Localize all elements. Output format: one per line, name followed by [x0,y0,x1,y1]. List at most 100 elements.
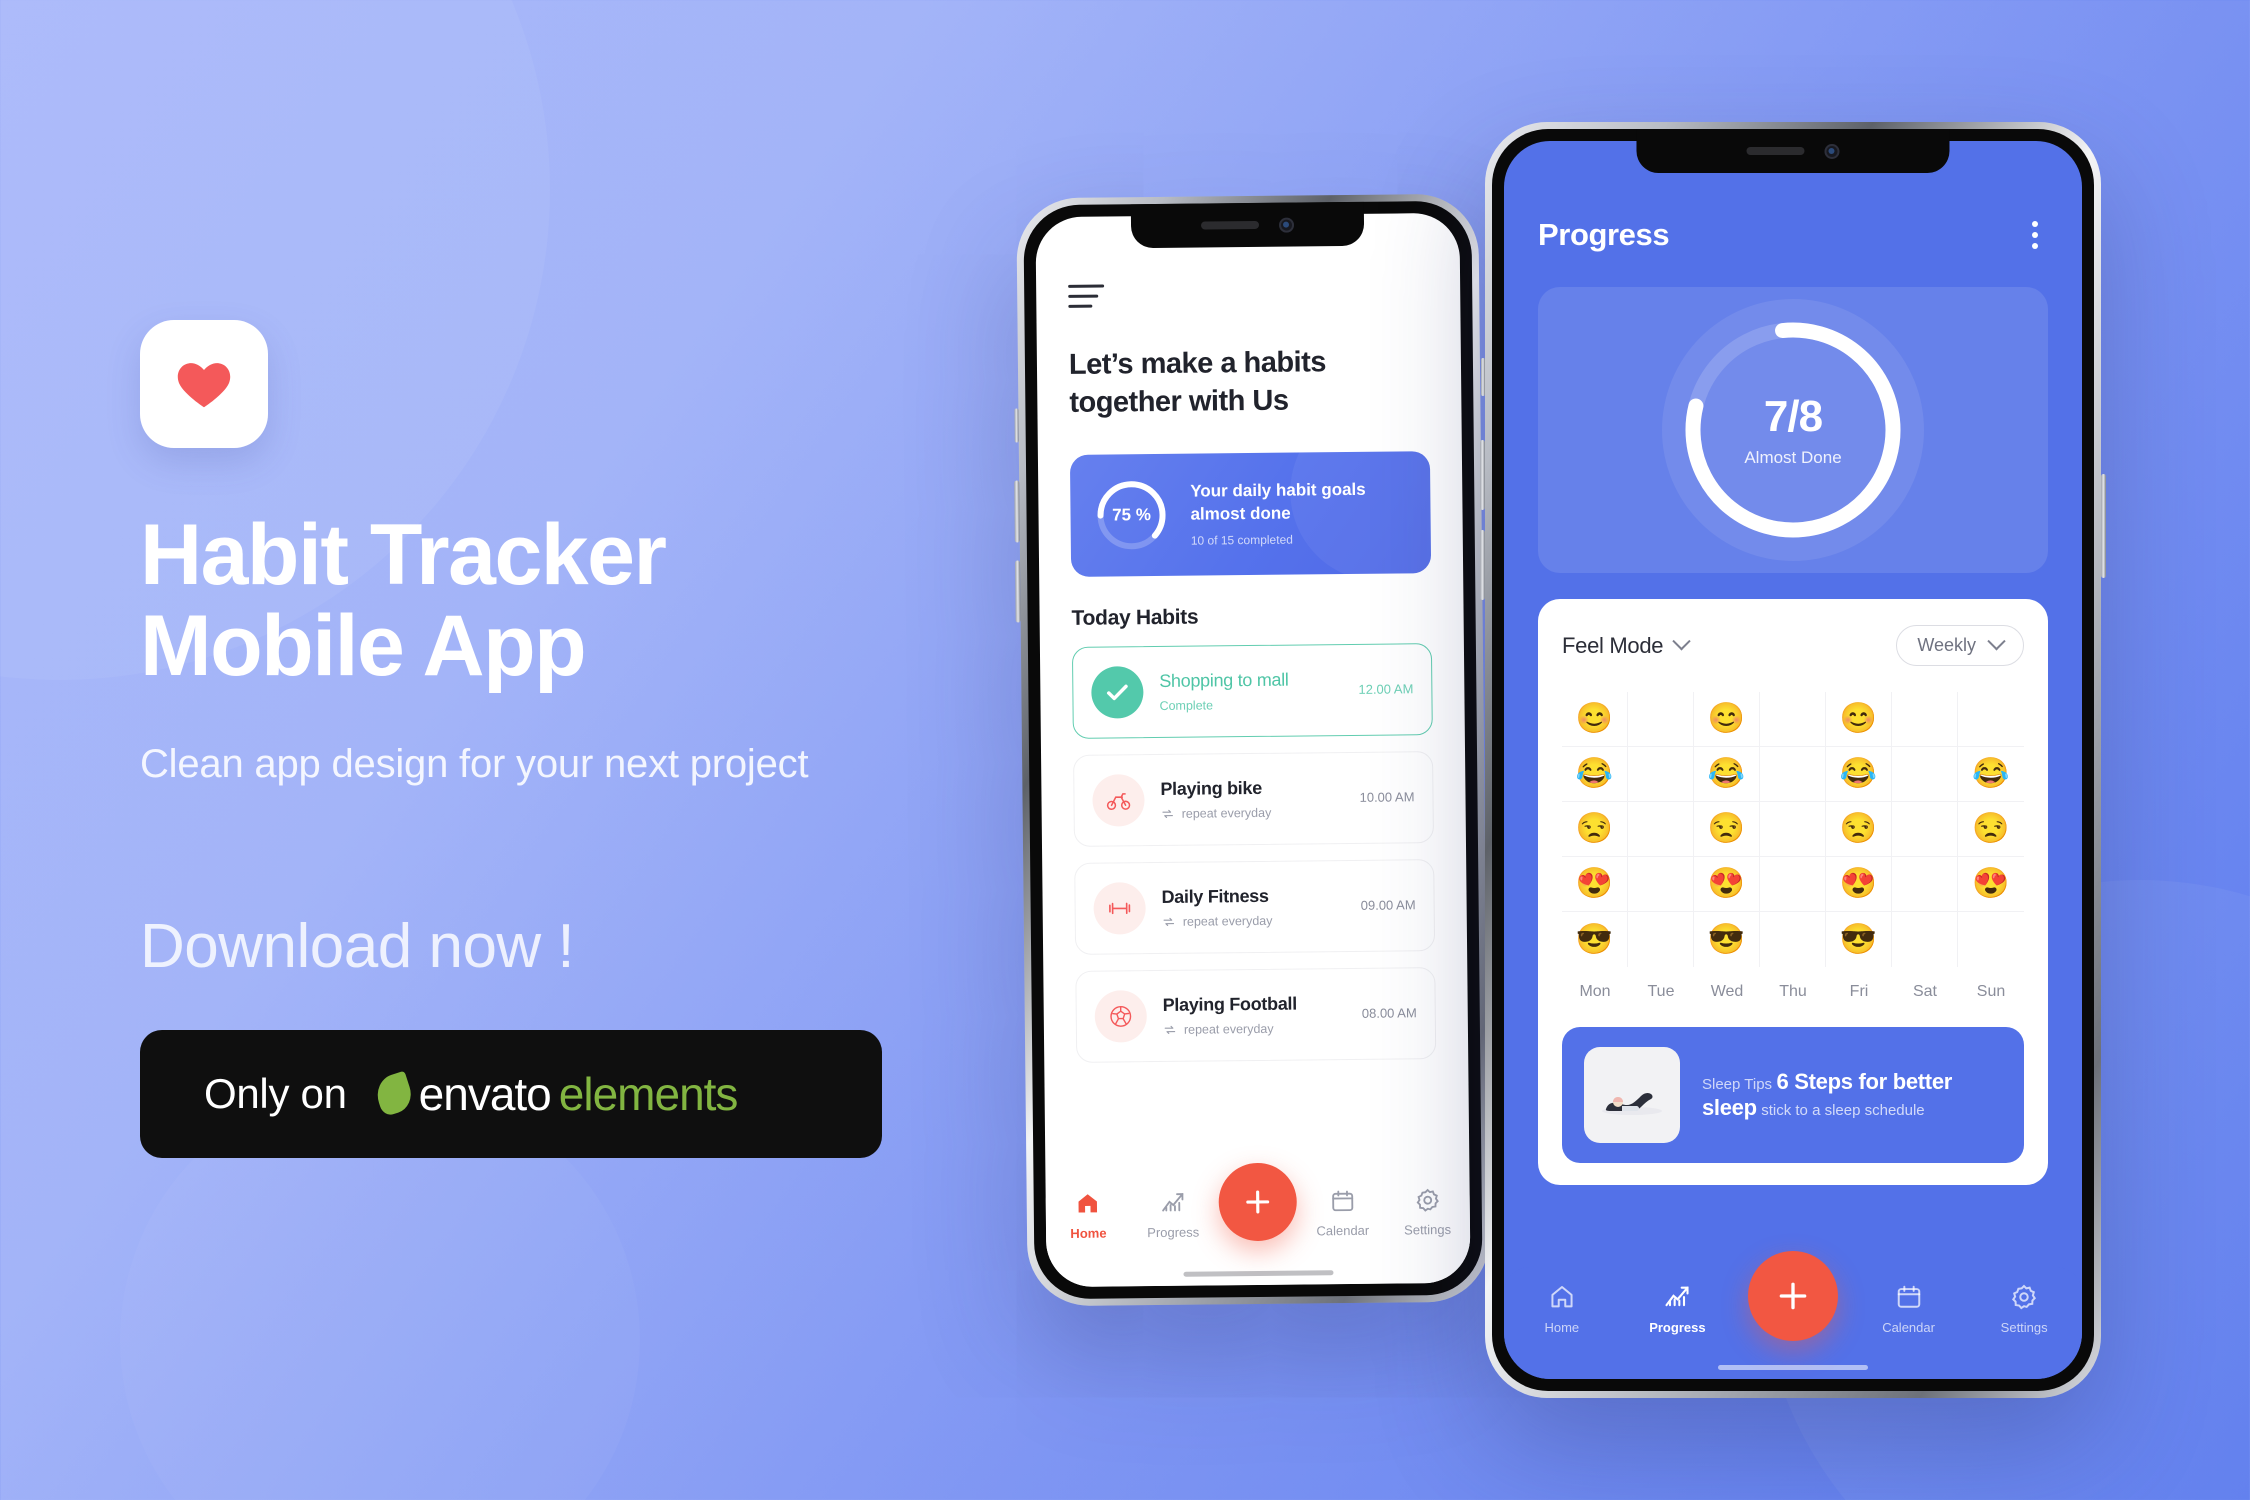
tab-label: Home [1070,1225,1107,1241]
unamused-face-icon[interactable]: 😒 [1562,802,1628,857]
smiling-face-icon[interactable]: 😊 [1562,692,1628,747]
habit-time: 12.00 AM [1358,681,1414,697]
tab-progress[interactable]: Progress [1620,1283,1736,1335]
bottom-navigation-right: Home Progress Calendar Settings [1504,1251,2082,1379]
home-screen-content: Let’s make a habits together with Us 75 … [1035,213,1470,1287]
feel-mode-emoji-grid: 😊 😊 😊 😂 😂 😂 😂 😒 😒 😒 😒 😍 😍 😍 😍 😎 😎 😎 [1562,692,2024,967]
kebab-menu-icon[interactable] [2022,217,2048,253]
feel-mode-title: Feel Mode [1562,632,1664,658]
goal-heading-line-2: almost done [1190,503,1291,524]
subheadline-line-1: Clean app design for your [140,742,594,787]
phone-right-bezel: Progress 7/8 Almost Done Feel Mode Weekl… [1492,129,2094,1391]
empty-cell[interactable] [1628,857,1694,912]
dumbbell-icon [1093,881,1146,935]
heart-eyes-icon[interactable]: 😍 [1562,857,1628,912]
phone-right-notch [1636,129,1950,173]
habit-row-playing-bike[interactable]: Playing bike repeat everyday 10.00 AM [1073,750,1434,847]
envato-leaf-icon [371,1070,416,1118]
range-dropdown-weekly[interactable]: Weekly [1896,625,2024,666]
empty-cell[interactable] [1760,747,1826,802]
elements-wordmark: elements [558,1068,739,1121]
day-label: Fri [1849,983,1869,1000]
empty-cell[interactable] [1628,747,1694,802]
bicycle-icon [1092,773,1145,827]
tab-settings[interactable]: Settings [1966,1283,2082,1335]
habit-name: Playing bike [1160,777,1262,799]
habit-row-shopping-to-mall[interactable]: Shopping to mall Complete 12.00 AM [1071,642,1433,739]
unamused-face-icon[interactable]: 😒 [1826,802,1892,857]
empty-cell[interactable] [1892,857,1958,912]
smiling-face-icon[interactable]: 😊 [1694,692,1760,747]
heart-eyes-icon[interactable]: 😍 [1694,857,1760,912]
heart-eyes-icon[interactable]: 😍 [1958,857,2024,912]
badge-prefix-label: Only on [204,1070,347,1118]
tab-home[interactable]: Home [1046,1190,1131,1241]
sunglasses-face-icon[interactable]: 😎 [1562,912,1628,967]
check-icon [1091,665,1144,719]
smiling-face-icon[interactable]: 😊 [1826,692,1892,747]
tab-settings[interactable]: Settings [1385,1187,1470,1238]
habit-name: Playing Football [1162,993,1297,1015]
front-camera-icon [1824,143,1840,159]
progress-screen-content: Progress 7/8 Almost Done Feel Mode Weekl… [1504,141,2082,1379]
daily-goal-card[interactable]: 75 % Your daily habit goals almost done … [1069,450,1432,577]
empty-cell[interactable] [1958,692,2024,747]
today-habits-heading: Today Habits [1071,605,1199,630]
sleep-tips-card[interactable]: Sleep Tips 6 Steps for better sleep stic… [1562,1027,2024,1163]
repeat-icon [1164,1025,1176,1034]
goal-heading-line-1: Your daily habit goals [1190,479,1366,501]
download-cta-text: Download now ! [140,912,575,982]
plus-icon [1246,1190,1270,1214]
sunglasses-face-icon[interactable]: 😎 [1826,912,1892,967]
tab-label: Calendar [1316,1222,1370,1239]
empty-cell[interactable] [1958,912,2024,967]
envato-elements-badge[interactable]: Only on envato elements [140,1030,882,1159]
day-label: Thu [1779,983,1807,1000]
empty-cell[interactable] [1760,857,1826,912]
empty-cell[interactable] [1760,912,1826,967]
empty-cell[interactable] [1628,912,1694,967]
phone-left-screen: Let’s make a habits together with Us 75 … [1035,212,1471,1288]
empty-cell[interactable] [1892,747,1958,802]
empty-cell[interactable] [1892,802,1958,857]
tab-calendar[interactable]: Calendar [1851,1283,1967,1335]
tab-label: Progress [1147,1224,1200,1241]
habit-row-daily-fitness[interactable]: Daily Fitness repeat everyday 09.00 AM [1074,858,1436,955]
empty-cell[interactable] [1892,692,1958,747]
repeat-icon [1162,809,1173,818]
progress-ring: 7/8 Almost Done [1675,312,1911,548]
heart-icon [177,363,231,408]
unamused-face-icon[interactable]: 😒 [1694,802,1760,857]
tab-home[interactable]: Home [1504,1283,1620,1335]
day-label: Sun [1976,983,2006,1000]
add-habit-fab-button[interactable] [1218,1162,1298,1242]
heart-eyes-icon[interactable]: 😍 [1826,857,1892,912]
empty-cell[interactable] [1760,802,1826,857]
feel-mode-selector[interactable]: Feel Mode [1562,632,1691,659]
sleeping-person-illustration [1602,1092,1662,1115]
sleep-card-kicker: Sleep Tips [1702,1076,1773,1093]
empty-cell[interactable] [1892,912,1958,967]
phone-left-volume-up [1014,480,1020,543]
tears-of-joy-icon[interactable]: 😂 [1694,747,1760,802]
empty-cell[interactable] [1628,802,1694,857]
bottom-navigation-left: Home Progress Calendar Settings [1045,1162,1471,1288]
tears-of-joy-icon[interactable]: 😂 [1562,747,1628,802]
unamused-face-icon[interactable]: 😒 [1958,802,2024,857]
empty-cell[interactable] [1760,692,1826,747]
tears-of-joy-icon[interactable]: 😂 [1826,747,1892,802]
day-label: Sat [1912,983,1937,1000]
tab-progress[interactable]: Progress [1130,1189,1215,1240]
sunglasses-face-icon[interactable]: 😎 [1694,912,1760,967]
habit-row-playing-football[interactable]: Playing Football repeat everyday 08.00 A… [1075,966,1437,1063]
envato-wordmark: envato [418,1068,552,1121]
habit-meta-label: repeat everyday [1183,1021,1274,1037]
empty-cell[interactable] [1628,692,1694,747]
tab-calendar[interactable]: Calendar [1300,1188,1385,1239]
habit-meta: Complete [1159,697,1214,713]
hamburger-menu-icon[interactable] [1068,284,1105,308]
add-habit-fab-button[interactable] [1747,1251,1838,1341]
feel-mode-header: Feel Mode Weekly [1562,625,2024,666]
tears-of-joy-icon[interactable]: 😂 [1958,747,2024,802]
goal-progress-ring: 75 % [1092,475,1171,554]
